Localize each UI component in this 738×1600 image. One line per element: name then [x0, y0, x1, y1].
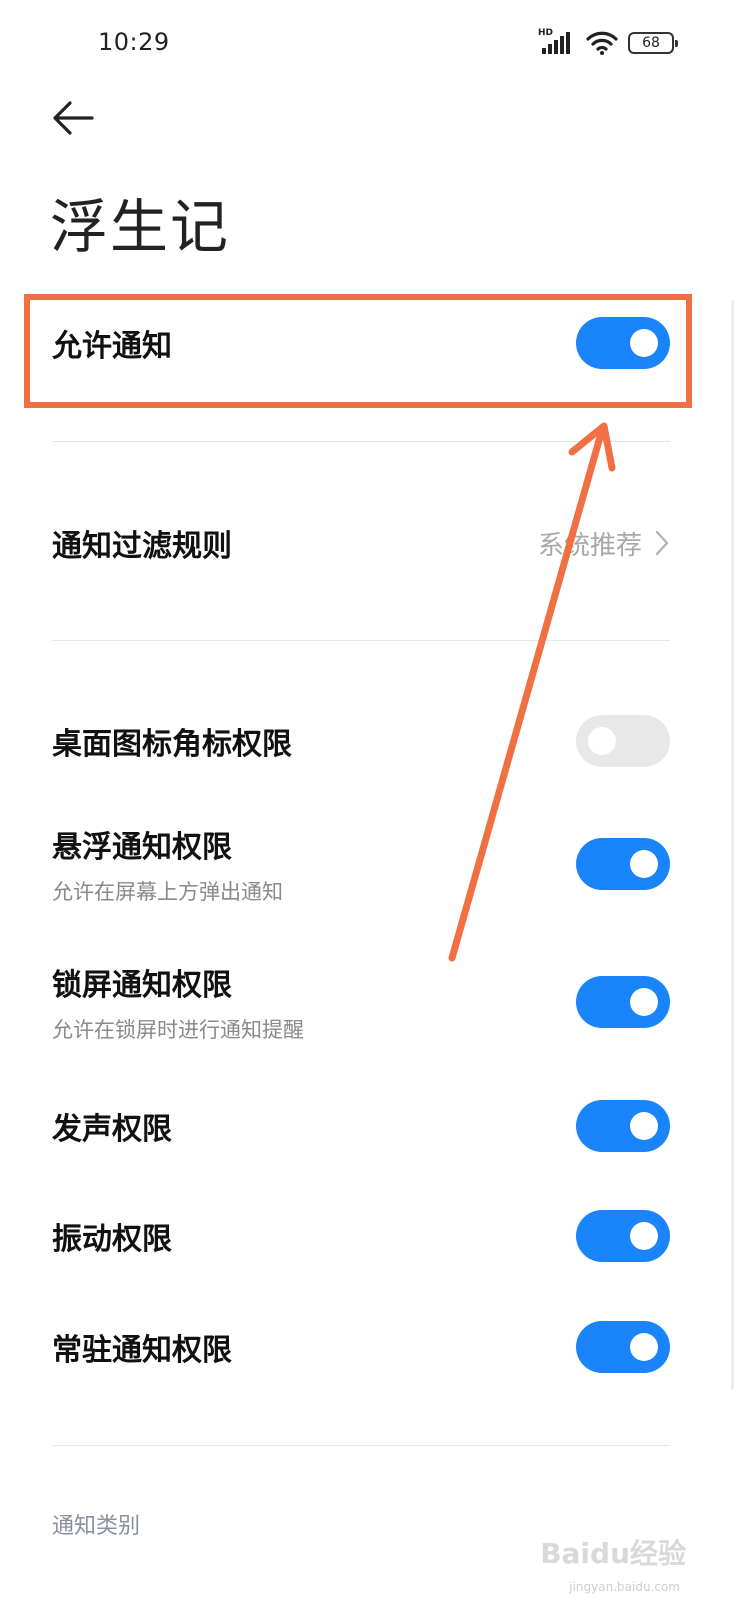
status-icons: HD 68: [538, 28, 678, 56]
vibration-permission-row[interactable]: 振动权限: [52, 1209, 670, 1263]
toggle-knob: [630, 850, 658, 878]
chevron-right-icon: [655, 530, 669, 556]
allow-notifications-row[interactable]: 允许通知: [52, 316, 670, 370]
toggle-knob: [588, 727, 616, 755]
toggle-knob: [630, 1333, 658, 1361]
toggle-knob: [630, 329, 658, 357]
lockscreen-permission-text: 锁屏通知权限 允许在锁屏时进行通知提醒: [52, 960, 304, 1044]
toggle-knob: [630, 1222, 658, 1250]
page-title: 浮生记: [50, 193, 231, 261]
floating-permission-row[interactable]: 悬浮通知权限 允许在屏幕上方弹出通知: [52, 826, 670, 904]
baidu-watermark-url: jingyan.baidu.com: [569, 1580, 680, 1594]
floating-permission-desc: 允许在屏幕上方弹出通知: [52, 880, 283, 904]
allow-notifications-label: 允许通知: [52, 329, 172, 364]
filter-rules-row[interactable]: 通知过滤规则 系统推荐: [52, 518, 670, 568]
battery-icon: 68: [628, 32, 678, 54]
back-button[interactable]: [50, 98, 96, 138]
toggle-knob: [630, 988, 658, 1016]
vibration-permission-toggle[interactable]: [576, 1210, 670, 1262]
status-time: 10:29: [98, 28, 170, 56]
vibration-permission-label: 振动权限: [52, 1222, 172, 1257]
badge-permission-row[interactable]: 桌面图标角标权限: [52, 714, 670, 768]
divider: [52, 1445, 670, 1446]
baidu-watermark: Baidu经验: [540, 1537, 686, 1570]
lockscreen-permission-desc: 允许在锁屏时进行通知提醒: [52, 1018, 304, 1042]
signal-icon: HD: [538, 28, 576, 56]
badge-permission-label: 桌面图标角标权限: [52, 727, 292, 762]
divider: [52, 441, 670, 442]
scrollbar[interactable]: [731, 300, 734, 1390]
toggle-knob: [630, 1112, 658, 1140]
sound-permission-label: 发声权限: [52, 1112, 172, 1147]
allow-notifications-toggle[interactable]: [576, 317, 670, 369]
floating-permission-toggle[interactable]: [576, 838, 670, 890]
sound-permission-row[interactable]: 发声权限: [52, 1099, 670, 1153]
status-bar: 10:29 HD 68: [0, 0, 738, 80]
badge-permission-toggle[interactable]: [576, 715, 670, 767]
filter-rules-value-wrap: 系统推荐: [538, 525, 670, 562]
lockscreen-permission-toggle[interactable]: [576, 976, 670, 1028]
network-type-label: HD: [538, 28, 554, 38]
divider: [52, 640, 670, 641]
sound-permission-toggle[interactable]: [576, 1100, 670, 1152]
floating-permission-label: 悬浮通知权限: [52, 830, 232, 865]
wifi-icon: [586, 31, 618, 55]
notification-categories-label: 通知类别: [52, 1514, 141, 1539]
persistent-permission-toggle[interactable]: [576, 1321, 670, 1373]
filter-rules-value: 系统推荐: [537, 530, 642, 561]
persistent-permission-label: 常驻通知权限: [52, 1333, 232, 1368]
lockscreen-permission-row[interactable]: 锁屏通知权限 允许在锁屏时进行通知提醒: [52, 964, 670, 1042]
floating-permission-text: 悬浮通知权限 允许在屏幕上方弹出通知: [52, 822, 283, 906]
app-screen: 10:29 HD 68 浮生记 允许通知 通知过滤规则 系统推荐 桌面图标角标权…: [0, 0, 738, 1600]
filter-rules-label: 通知过滤规则: [52, 529, 232, 564]
lockscreen-permission-label: 锁屏通知权限: [52, 968, 232, 1003]
arrow-left-icon: [53, 101, 94, 135]
persistent-permission-row[interactable]: 常驻通知权限: [52, 1320, 670, 1374]
battery-level: 68: [642, 35, 660, 51]
